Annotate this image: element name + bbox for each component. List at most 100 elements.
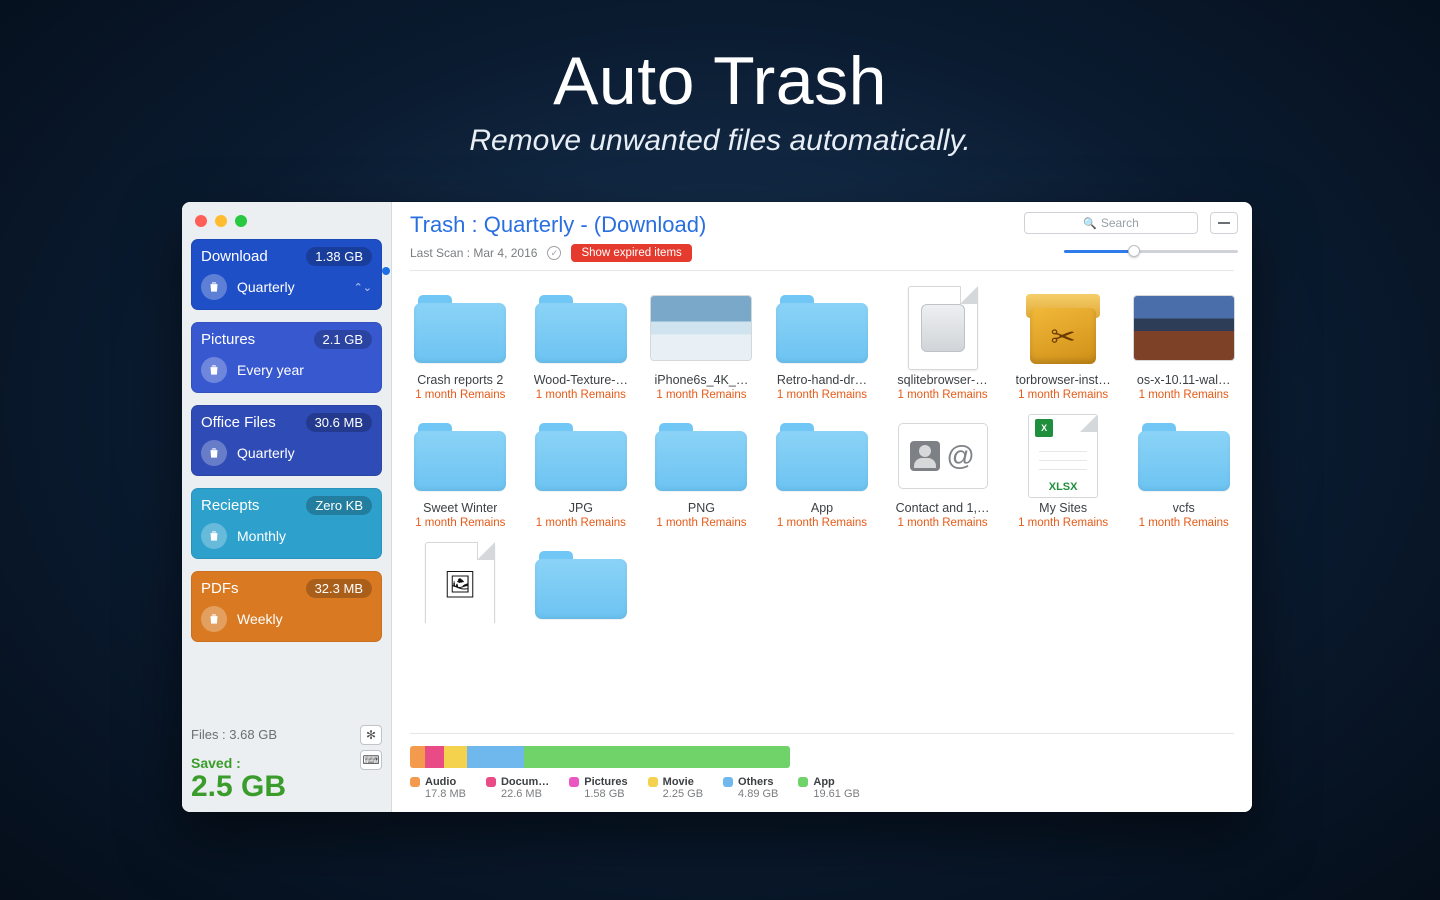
chevron-updown-icon[interactable]: ⌃⌄ <box>354 281 372 294</box>
search-input[interactable]: 🔍 Search <box>1024 212 1198 234</box>
file-name: Wood-Texture-… <box>534 373 628 387</box>
folder-icon <box>414 293 506 363</box>
file-item[interactable]: iPhone6s_4K_…1 month Remains <box>643 289 760 401</box>
file-item[interactable]: JPG 1 month Remains <box>523 417 640 529</box>
file-remain: 1 month Remains <box>536 389 626 401</box>
file-item[interactable]: App 1 month Remains <box>764 417 881 529</box>
file-name: Contact and 1,… <box>896 501 990 515</box>
file-remain: 1 month Remains <box>656 389 746 401</box>
trash-icon <box>201 274 227 300</box>
card-title: Office Files <box>201 414 276 431</box>
legend-item: Others4.89 GB <box>723 776 778 800</box>
folder-icon <box>1138 421 1230 491</box>
contact-icon: @ <box>898 423 988 489</box>
file-name: App <box>811 501 833 515</box>
card-size: 1.38 GB <box>306 247 372 266</box>
sidebar-card-office-files[interactable]: Office Files 30.6 MB Quarterly <box>191 405 382 476</box>
xlsx-icon: XXLSX <box>1028 414 1098 498</box>
show-expired-button[interactable]: Show expired items <box>571 244 691 262</box>
file-item[interactable]: 🖼 <box>402 545 519 623</box>
card-title: Download <box>201 248 268 265</box>
sidebar-card-pdfs[interactable]: PDFs32.3 MBWeekly <box>191 571 382 642</box>
file-name: Crash reports 2 <box>417 373 503 387</box>
check-icon: ✓ <box>547 246 561 260</box>
file-remain: 1 month Remains <box>536 517 626 529</box>
image-file-icon: 🖼 <box>425 542 495 623</box>
hero: Auto Trash Remove unwanted files automat… <box>0 0 1440 158</box>
file-remain: 1 month Remains <box>1018 517 1108 529</box>
package-icon: ✂ <box>1022 288 1104 368</box>
sidebar-footer: Files : 3.68 GB ✻ Saved : ⌨ 2.5 GB <box>191 725 382 803</box>
trash-icon <box>201 357 227 383</box>
file-name: vcfs <box>1173 501 1195 515</box>
file-item[interactable]: Sweet Winter1 month Remains <box>402 417 519 529</box>
file-item[interactable]: sqlitebrowser-… 1 month Remains <box>884 289 1001 401</box>
image-thumb <box>1134 296 1234 360</box>
file-remain: 1 month Remains <box>777 389 867 401</box>
storage-bar <box>410 746 790 768</box>
folder-icon <box>535 549 627 619</box>
sidebar-card-reciepts[interactable]: RecieptsZero KBMonthly <box>191 488 382 559</box>
card-size: 30.6 MB <box>306 413 372 432</box>
file-remain: 1 month Remains <box>898 389 988 401</box>
header: Trash : Quarterly - (Download) Last Scan… <box>392 202 1252 275</box>
file-item[interactable]: Retro-hand-dr… 1 month Remains <box>764 289 881 401</box>
file-item[interactable]: XXLSX My Sites 1 month Remains <box>1005 417 1122 529</box>
file-name: torbrowser-inst… <box>1016 373 1111 387</box>
list-view-button[interactable] <box>1210 212 1238 234</box>
card-frequency: Quarterly <box>237 279 295 295</box>
file-name: My Sites <box>1039 501 1087 515</box>
file-item[interactable]: Wood-Texture-… 1 month Remains <box>523 289 640 401</box>
file-item[interactable]: vcfs1 month Remains <box>1125 417 1242 529</box>
file-item[interactable]: Crash reports 21 month Remains <box>402 289 519 401</box>
folder-icon <box>776 293 868 363</box>
hero-title: Auto Trash <box>0 42 1440 120</box>
keyboard-button[interactable]: ⌨ <box>360 750 382 770</box>
file-item[interactable]: PNG1 month Remains <box>643 417 760 529</box>
legend-item: Audio17.8 MB <box>410 776 466 800</box>
card-title: PDFs <box>201 580 239 597</box>
app-window: Download 1.38 GB Quarterly ⌃⌄ Pictures2.1 GB… <box>182 202 1252 812</box>
folder-icon <box>655 421 747 491</box>
dmg-icon <box>908 286 978 370</box>
main-panel: Trash : Quarterly - (Download) Last Scan… <box>392 202 1252 812</box>
legend-item: Docum…22.6 MB <box>486 776 549 800</box>
file-name: JPG <box>569 501 593 515</box>
file-name: sqlitebrowser-… <box>897 373 987 387</box>
folder-icon <box>414 421 506 491</box>
card-title: Pictures <box>201 331 255 348</box>
storage-segment <box>410 746 425 768</box>
hero-tagline: Remove unwanted files automatically. <box>0 124 1440 158</box>
legend-item: Pictures1.58 GB <box>569 776 627 800</box>
storage-segment <box>524 746 790 768</box>
folder-icon <box>535 421 627 491</box>
storage-legend: Audio17.8 MB Docum…22.6 MB Pictures1.58 GB… <box>410 776 1234 800</box>
file-item[interactable] <box>523 545 640 623</box>
card-frequency: Monthly <box>237 528 286 544</box>
storage-segment <box>425 746 444 768</box>
sidebar: Download 1.38 GB Quarterly ⌃⌄ Pictures2.1 GB… <box>182 202 392 812</box>
minimize-icon[interactable] <box>215 215 227 227</box>
file-item[interactable]: ✂torbrowser-inst…1 month Remains <box>1005 289 1122 401</box>
storage-segment <box>467 746 524 768</box>
zoom-slider[interactable] <box>1064 244 1238 258</box>
file-item[interactable]: @Contact and 1,…1 month Remains <box>884 417 1001 529</box>
file-name: os-x-10.11-wal… <box>1137 373 1231 387</box>
sidebar-card-pictures[interactable]: Pictures2.1 GBEvery year <box>191 322 382 393</box>
card-size: Zero KB <box>306 496 372 515</box>
folder-icon <box>535 293 627 363</box>
maximize-icon[interactable] <box>235 215 247 227</box>
sidebar-card-download[interactable]: Download 1.38 GB Quarterly ⌃⌄ <box>191 239 382 310</box>
file-item[interactable]: os-x-10.11-wal…1 month Remains <box>1125 289 1242 401</box>
legend-item: Movie2.25 GB <box>648 776 703 800</box>
file-remain: 1 month Remains <box>777 517 867 529</box>
file-name: Retro-hand-dr… <box>777 373 867 387</box>
search-icon: 🔍 <box>1083 217 1097 230</box>
gear-button[interactable]: ✻ <box>360 725 382 745</box>
card-frequency: Quarterly <box>237 445 295 461</box>
trash-icon <box>201 606 227 632</box>
saved-label: Saved : <box>191 755 241 771</box>
file-remain: 1 month Remains <box>415 517 505 529</box>
legend-item: App19.61 GB <box>798 776 859 800</box>
close-icon[interactable] <box>195 215 207 227</box>
